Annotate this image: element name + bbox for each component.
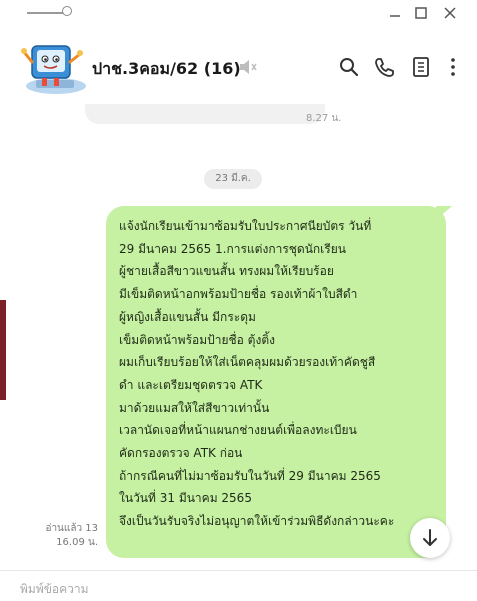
scroll-to-bottom-button[interactable] bbox=[410, 518, 450, 558]
message-line: ดำ และเตรียมชุดตรวจ ATK bbox=[119, 377, 263, 392]
arrow-down-icon bbox=[423, 529, 437, 546]
message-meta: อ่านแล้ว 13 16.09 น. bbox=[40, 522, 98, 550]
date-separator: 23 มี.ค. bbox=[204, 169, 262, 189]
opacity-slider-track[interactable] bbox=[27, 12, 67, 14]
read-status: อ่านแล้ว 13 bbox=[45, 523, 98, 534]
message-line: ผู้หญิงเสื้อแขนสั้น มีกระดุม bbox=[119, 309, 256, 324]
minimize-icon[interactable] bbox=[386, 4, 404, 22]
phone-icon[interactable] bbox=[373, 56, 395, 78]
notes-icon[interactable] bbox=[410, 56, 432, 78]
background-window-edge bbox=[0, 300, 6, 400]
mute-icon bbox=[237, 58, 259, 76]
message-line: เข็มติดหน้าพร้อมป้ายชื่อ ตุ้งติ้ง bbox=[119, 332, 275, 347]
search-icon[interactable] bbox=[338, 56, 360, 78]
chat-timeline[interactable]: 8.27 น. 23 มี.ค. แจ้งนักเรียนเข้ามาซ้อมร… bbox=[0, 104, 477, 570]
message-line: เวลานัดเจอที่หน้าแผนกช่างยนต์เพื่อลงทะเบ… bbox=[119, 423, 357, 438]
message-time: 16.09 น. bbox=[56, 537, 98, 548]
message-line: ในวันที่ 31 มีนาคม 2565 bbox=[119, 491, 252, 506]
group-avatar[interactable] bbox=[18, 38, 88, 98]
message-line: ถ้ากรณีคนที่ไม่มาซ้อมรับในวันที่ 29 มีนา… bbox=[119, 468, 381, 483]
window-titlebar bbox=[0, 0, 477, 26]
more-icon[interactable] bbox=[442, 56, 464, 78]
chat-header: ปาช.3คอม/62 (16) bbox=[0, 26, 477, 104]
message-line: 29 มีนาคม 2565 1.การแต่งการชุดนักเรียน bbox=[119, 241, 346, 256]
previous-message-bubble[interactable] bbox=[85, 104, 325, 124]
message-input[interactable] bbox=[20, 579, 460, 599]
message-line: แจ้งนักเรียนเข้ามาซ้อมรับใบประกาศนียบัตร… bbox=[119, 219, 372, 233]
message-line: จึงเป็นวันรับจริงไม่อนุญาตให้เข้าร่วมพิธ… bbox=[119, 514, 395, 529]
opacity-slider-handle[interactable] bbox=[62, 6, 72, 16]
close-icon[interactable] bbox=[441, 4, 459, 22]
message-input-area bbox=[0, 570, 477, 601]
message-line: ผู้ชายเสื้อสีขาวแขนสั้น ทรงผมให้เรียบร้อ… bbox=[119, 264, 334, 279]
maximize-icon[interactable] bbox=[412, 4, 430, 22]
message-line: คัดกรองตรวจ ATK ก่อน bbox=[119, 446, 243, 461]
message-line: มีเข็มติดหน้าอกพร้อมป้ายชื่อ รองเท้าผ้าใ… bbox=[119, 287, 358, 302]
message-bubble[interactable]: แจ้งนักเรียนเข้ามาซ้อมรับใบประกาศนียบัตร… bbox=[106, 206, 446, 558]
chat-title[interactable]: ปาช.3คอม/62 (16) bbox=[92, 57, 241, 82]
previous-message-time: 8.27 น. bbox=[306, 113, 342, 124]
message-line: มาด้วยแมสให้ใส่สีขาวเท่านั้น bbox=[119, 400, 270, 415]
message-line: ผมเก็บเรียบร้อยให้ใส่เน็ตคลุมผมด้วยรองเท… bbox=[119, 355, 376, 370]
